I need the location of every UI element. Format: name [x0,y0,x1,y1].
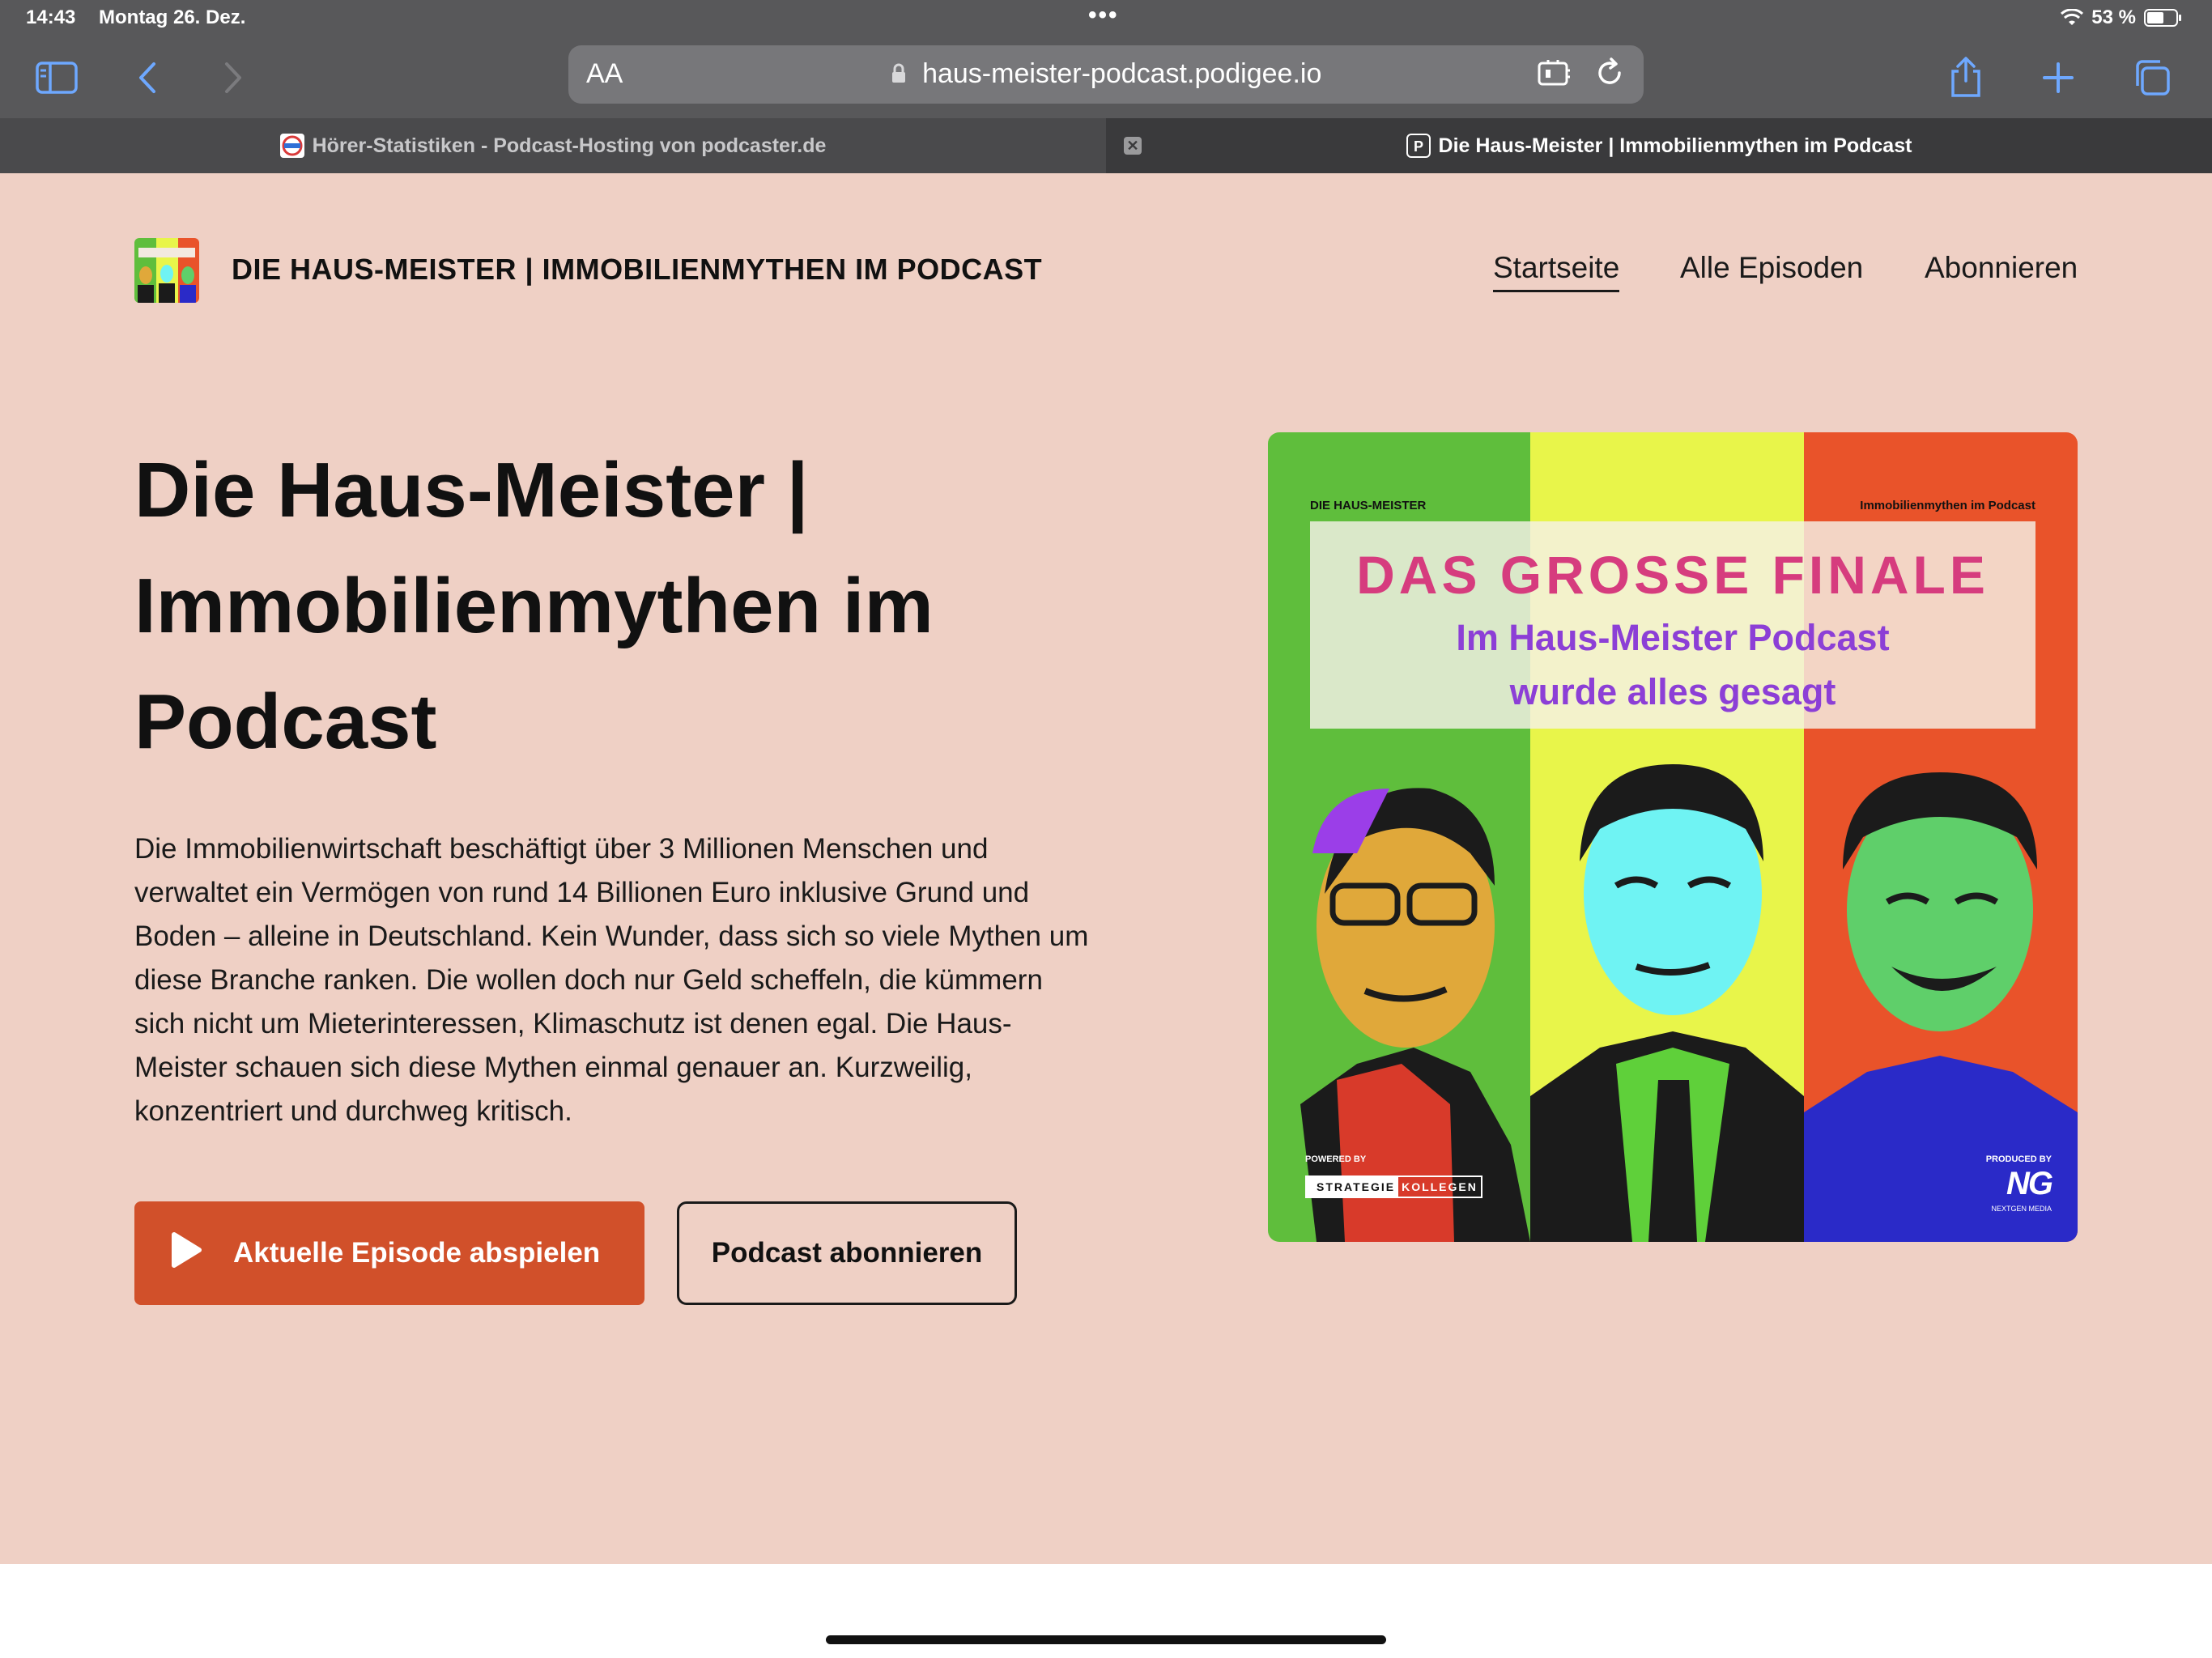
podcast-cover-image: DIE HAUS-MEISTER Immobilienmythen im Pod… [1268,432,2078,1242]
cover-label-right: Immobilienmythen im Podcast [1860,499,2035,512]
url-text[interactable]: haus-meister-podcast.podigee.io [922,58,1321,89]
nav-startseite[interactable]: Startseite [1493,251,1620,292]
svg-text:P: P [1414,138,1423,155]
close-tab-icon[interactable]: ✕ [1124,137,1142,155]
tab-title: Hörer-Statistiken - Podcast-Hosting von … [312,134,827,157]
reload-icon[interactable] [1593,57,1626,93]
sponsor-part-b: KOLLEGEN [1398,1175,1482,1198]
play-latest-episode-button[interactable]: Aktuelle Episode abspielen [134,1201,644,1305]
multitasking-dots-icon[interactable]: ••• [1088,2,1119,29]
podcast-description: Die Immobilienwirtschaft beschäftigt übe… [134,833,1089,1127]
cover-subline-2: wurde alles gesagt [1509,671,1836,712]
site-title[interactable]: DIE HAUS-MEISTER | IMMOBILIENMYTHEN IM P… [232,253,1042,287]
browser-toolbar: AA haus-meister-podcast.podigee.io [0,37,2212,118]
tab-haus-meister[interactable]: ✕ P Die Haus-Meister | Immobilienmythen … [1106,118,2212,173]
nav-abonnieren[interactable]: Abonnieren [1925,251,2078,285]
share-icon[interactable] [1942,53,1990,102]
cover-powered-by: POWERED BY [1305,1154,1367,1164]
page-title: Die Haus-Meister | Immobilienmythen im P… [134,447,934,765]
forward-icon[interactable] [209,53,257,102]
cover-label-left: DIE HAUS-MEISTER [1310,499,1427,512]
battery-percent: 53 % [2091,6,2136,28]
cover-produced-by: PRODUCED BY [1985,1154,2052,1164]
battery-icon [2144,9,2181,27]
podcast-page: DIE HAUS-MEISTER | IMMOBILIENMYTHEN IM P… [0,173,2212,1564]
home-indicator[interactable] [826,1635,1386,1644]
status-time: 14:43 [26,6,76,28]
wifi-icon [2061,9,2084,25]
nextgen-media-label: NEXTGEN MEDIA [1991,1205,2052,1213]
cover-headline: DAS GROSSE FINALE [1356,545,1989,605]
sponsor-part-a: STRATEGIE [1305,1175,1399,1198]
cover-subline-1: Im Haus-Meister Podcast [1456,617,1890,658]
play-icon [170,1231,202,1276]
address-bar[interactable]: AA haus-meister-podcast.podigee.io [568,45,1644,104]
back-icon[interactable] [123,53,172,102]
tab-hoerer-statistiken[interactable]: Hörer-Statistiken - Podcast-Hosting von … [0,118,1106,173]
extensions-icon[interactable] [1537,57,1571,93]
nextgen-logo: NG [2006,1166,2053,1201]
sidebar-icon[interactable] [32,53,81,102]
nav-alle-episoden[interactable]: Alle Episoden [1680,251,1863,285]
strategie-kollegen-logo: STRATEGIE KOLLEGEN [1305,1175,1482,1198]
podcast-logo[interactable] [134,238,199,303]
subscribe-podcast-button[interactable]: Podcast abonnieren [677,1201,1017,1305]
podcaster-favicon-icon [279,134,304,158]
lock-icon [891,63,905,83]
podigee-favicon-icon: P [1406,134,1431,158]
new-tab-icon[interactable] [2034,53,2082,102]
tab-overview-icon[interactable] [2128,53,2176,102]
play-button-label: Aktuelle Episode abspielen [233,1237,601,1269]
tab-bar: Hörer-Statistiken - Podcast-Hosting von … [0,118,2212,173]
status-bar: 14:43 Montag 26. Dez. ••• 53 % [0,0,2212,37]
status-date: Montag 26. Dez. [99,6,246,28]
tab-title: Die Haus-Meister | Immobilienmythen im P… [1438,134,1912,157]
